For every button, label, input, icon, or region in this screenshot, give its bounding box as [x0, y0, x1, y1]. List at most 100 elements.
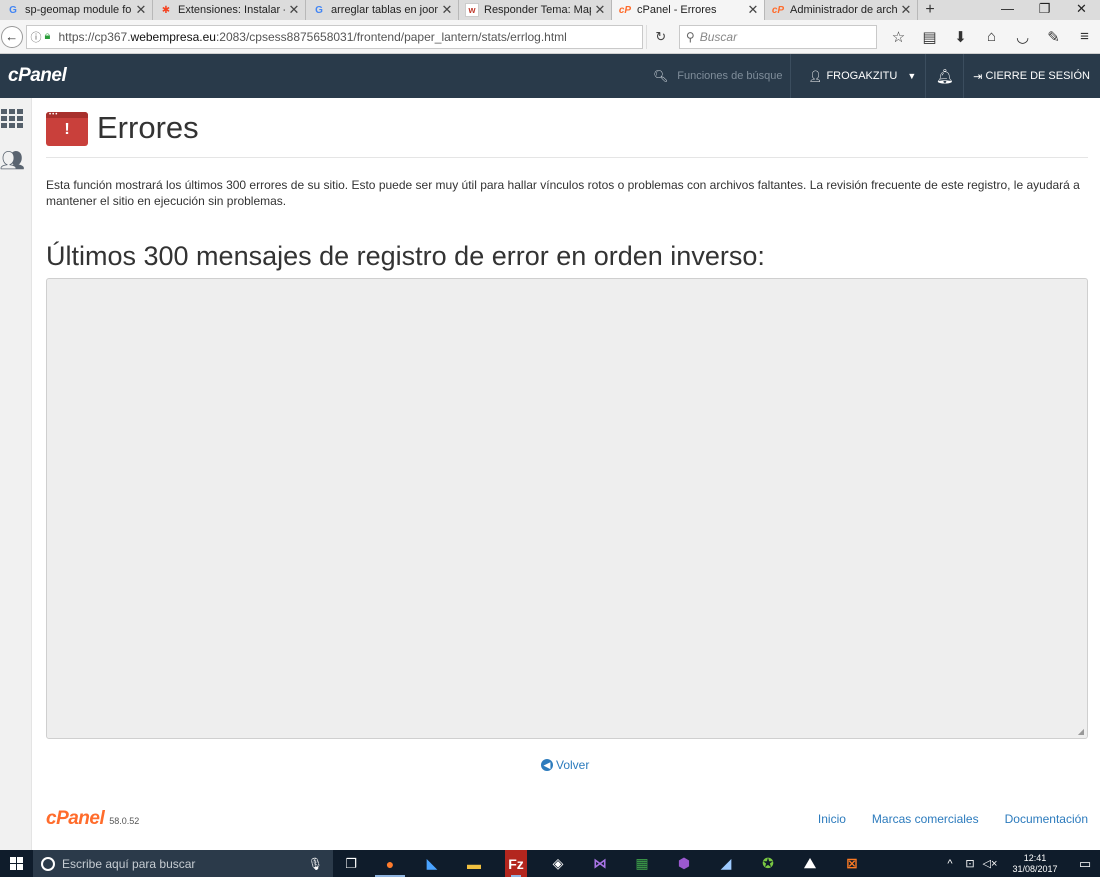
cpanel-header: cPanel 🔍︎ Funciones de búsque 👤︎ FROGAKZ…: [0, 54, 1100, 98]
users-icon[interactable]: 👥︎: [0, 148, 25, 172]
restore-icon[interactable]: ❐: [1026, 0, 1063, 20]
lock-icon: 🔒︎: [44, 30, 51, 42]
hamburger-menu-icon[interactable]: ≡: [1069, 28, 1100, 46]
visual-studio-icon[interactable]: ⋈: [579, 850, 621, 877]
home-icon[interactable]: ⌂: [976, 28, 1007, 46]
file-explorer-icon[interactable]: ▬: [453, 850, 495, 877]
eyedropper-icon[interactable]: ✎: [1038, 28, 1069, 46]
action-center-icon[interactable]: ▭: [1070, 856, 1100, 872]
url-bar[interactable]: ⓘ 🔒︎ https://cp367.webempresa.eu:2083/cp…: [25, 24, 643, 49]
clock-time: 12:41: [1023, 852, 1047, 863]
page-title: Errores: [97, 109, 199, 145]
photos-icon[interactable]: ⛰: [789, 850, 831, 877]
minimize-icon[interactable]: —: [989, 0, 1026, 20]
notebook-app-icon[interactable]: ◢: [705, 850, 747, 877]
logout-label: CIERRE DE SESIÓN: [985, 70, 1090, 82]
caret-down-icon: ▼: [907, 71, 917, 81]
close-tab-icon[interactable]: ✕: [900, 2, 912, 18]
notepad-plus-icon[interactable]: ▦: [621, 850, 663, 877]
info-icon[interactable]: ⓘ: [31, 29, 45, 45]
feature-search-input[interactable]: 🔍︎ Funciones de búsque: [653, 54, 792, 98]
browser-tab-1[interactable]: ✱ Extensiones: Instalar - ✕: [153, 0, 306, 20]
pocket-icon[interactable]: ◡: [1007, 28, 1038, 46]
microphone-icon[interactable]: 🎙︎: [308, 857, 323, 871]
android-studio-icon[interactable]: ✪: [747, 850, 789, 877]
browser-tab-0[interactable]: G sp-geomap module fo ✕: [0, 0, 153, 20]
taskbar-search-placeholder: Escribe aquí para buscar: [62, 856, 196, 871]
browser-tab-3[interactable]: w Responder Tema: Map ✕: [459, 0, 612, 20]
taskbar-clock[interactable]: 12:41 31/08/2017: [1000, 853, 1070, 875]
back-link[interactable]: ◀ Volver: [541, 758, 589, 772]
username: FROGAKZITU: [826, 70, 898, 82]
error-log-textarea[interactable]: ◢: [46, 278, 1088, 739]
cpanel-icon: cP: [618, 4, 632, 16]
footer-cpanel-logo: cPanel: [46, 808, 105, 829]
close-tab-icon[interactable]: ✕: [441, 2, 453, 18]
download-icon[interactable]: ⬇: [945, 28, 976, 46]
tab-title: Responder Tema: Map: [484, 4, 591, 16]
resize-grip-icon[interactable]: ◢: [1078, 727, 1084, 736]
tab-title: Administrador de arch: [790, 4, 897, 16]
task-view-icon[interactable]: ❐: [333, 856, 369, 872]
logout-icon: ⇥: [973, 70, 983, 83]
footer-link-trademarks[interactable]: Marcas comerciales: [872, 812, 979, 826]
close-window-icon[interactable]: ✕: [1063, 0, 1100, 20]
search-placeholder: Buscar: [699, 29, 738, 44]
footer-link-home[interactable]: Inicio: [818, 812, 846, 826]
reload-icon[interactable]: ↻: [645, 24, 675, 49]
browser-toolbar-icons: ☆ ▤ ⬇ ⌂ ◡ ✎ ≡: [883, 28, 1100, 46]
apps-grid-icon[interactable]: [0, 106, 24, 130]
taskbar-apps: ● ◣ ▬ Fz ◈ ⋈ ▦ ⬢ ◢ ✪ ⛰ ⊠: [369, 850, 873, 877]
tab-title: arreglar tablas en joom: [331, 4, 438, 16]
browser-tab-strip: G sp-geomap module fo ✕ ✱ Extensiones: I…: [0, 0, 1100, 20]
new-tab-button[interactable]: +: [918, 0, 942, 20]
back-arrow-icon[interactable]: ←: [1, 25, 23, 48]
browser-tab-4[interactable]: cP cPanel - Errores ✕: [612, 0, 765, 20]
user-icon: 👤︎: [808, 70, 823, 83]
cpanel-icon: cP: [771, 4, 785, 16]
system-tray: ^ ⊡ ◁× 12:41 31/08/2017 ▭: [940, 850, 1100, 877]
url-text: https://cp367.webempresa.eu:2083/cpsess8…: [58, 29, 567, 44]
tab-title: Extensiones: Instalar -: [178, 4, 285, 16]
w-icon: w: [465, 3, 479, 17]
cortana-icon: [41, 856, 55, 871]
error-page-icon: ••• !: [46, 111, 88, 146]
close-tab-icon[interactable]: ✕: [288, 2, 300, 18]
close-tab-icon[interactable]: ✕: [594, 2, 606, 18]
windows-start-icon[interactable]: [0, 850, 32, 877]
cpanel-logo[interactable]: cPanel: [8, 65, 67, 87]
taskbar-search-input[interactable]: Escribe aquí para buscar 🎙︎: [33, 850, 333, 877]
version-label: 58.0.52: [109, 815, 140, 826]
unity-icon[interactable]: ◈: [537, 850, 579, 877]
close-tab-icon[interactable]: ✕: [135, 2, 147, 18]
firefox-icon[interactable]: ●: [369, 850, 411, 877]
user-menu[interactable]: 👤︎ FROGAKZITU ▼: [791, 54, 927, 98]
close-tab-icon[interactable]: ✕: [747, 2, 759, 18]
logout-button[interactable]: ⇥ CIERRE DE SESIÓN: [964, 54, 1100, 98]
tab-title: sp-geomap module fo: [25, 4, 132, 16]
volume-muted-icon[interactable]: ◁×: [980, 857, 1000, 870]
network-icon[interactable]: ⊡: [960, 857, 980, 870]
browser-navbar: ← ⓘ 🔒︎ https://cp367.webempresa.eu:2083/…: [0, 20, 1100, 54]
main-content: ••• ! Errores Esta función mostrará los …: [46, 98, 1088, 772]
clock-date: 31/08/2017: [1012, 863, 1058, 874]
tab-title: cPanel - Errores: [637, 4, 717, 16]
bookmark-star-icon[interactable]: ☆: [883, 28, 914, 46]
back-label: Volver: [556, 758, 590, 772]
person-app-icon[interactable]: ◣: [411, 850, 453, 877]
browser-tab-5[interactable]: cP Administrador de arch ✕: [765, 0, 918, 20]
footer-link-documentation[interactable]: Documentación: [1005, 812, 1088, 826]
joomla-icon: ✱: [161, 4, 171, 16]
reading-list-icon[interactable]: ▤: [914, 28, 945, 46]
hexagon-app-icon[interactable]: ⬢: [663, 850, 705, 877]
xampp-icon[interactable]: ⊠: [831, 850, 873, 877]
page-description: Esta función mostrará los últimos 300 er…: [46, 178, 1080, 208]
filezilla-icon[interactable]: Fz: [505, 850, 527, 877]
notifications-bell-icon[interactable]: 🔔︎: [926, 54, 965, 98]
browser-tab-2[interactable]: G arreglar tablas en joom ✕: [306, 0, 459, 20]
left-rail: 👥︎: [0, 98, 32, 850]
search-icon: ⚲: [685, 29, 695, 44]
tray-chevron-up-icon[interactable]: ^: [940, 858, 960, 870]
browser-search-input[interactable]: ⚲ Buscar: [678, 24, 877, 49]
circle-arrow-left-icon: ◀: [541, 759, 553, 771]
